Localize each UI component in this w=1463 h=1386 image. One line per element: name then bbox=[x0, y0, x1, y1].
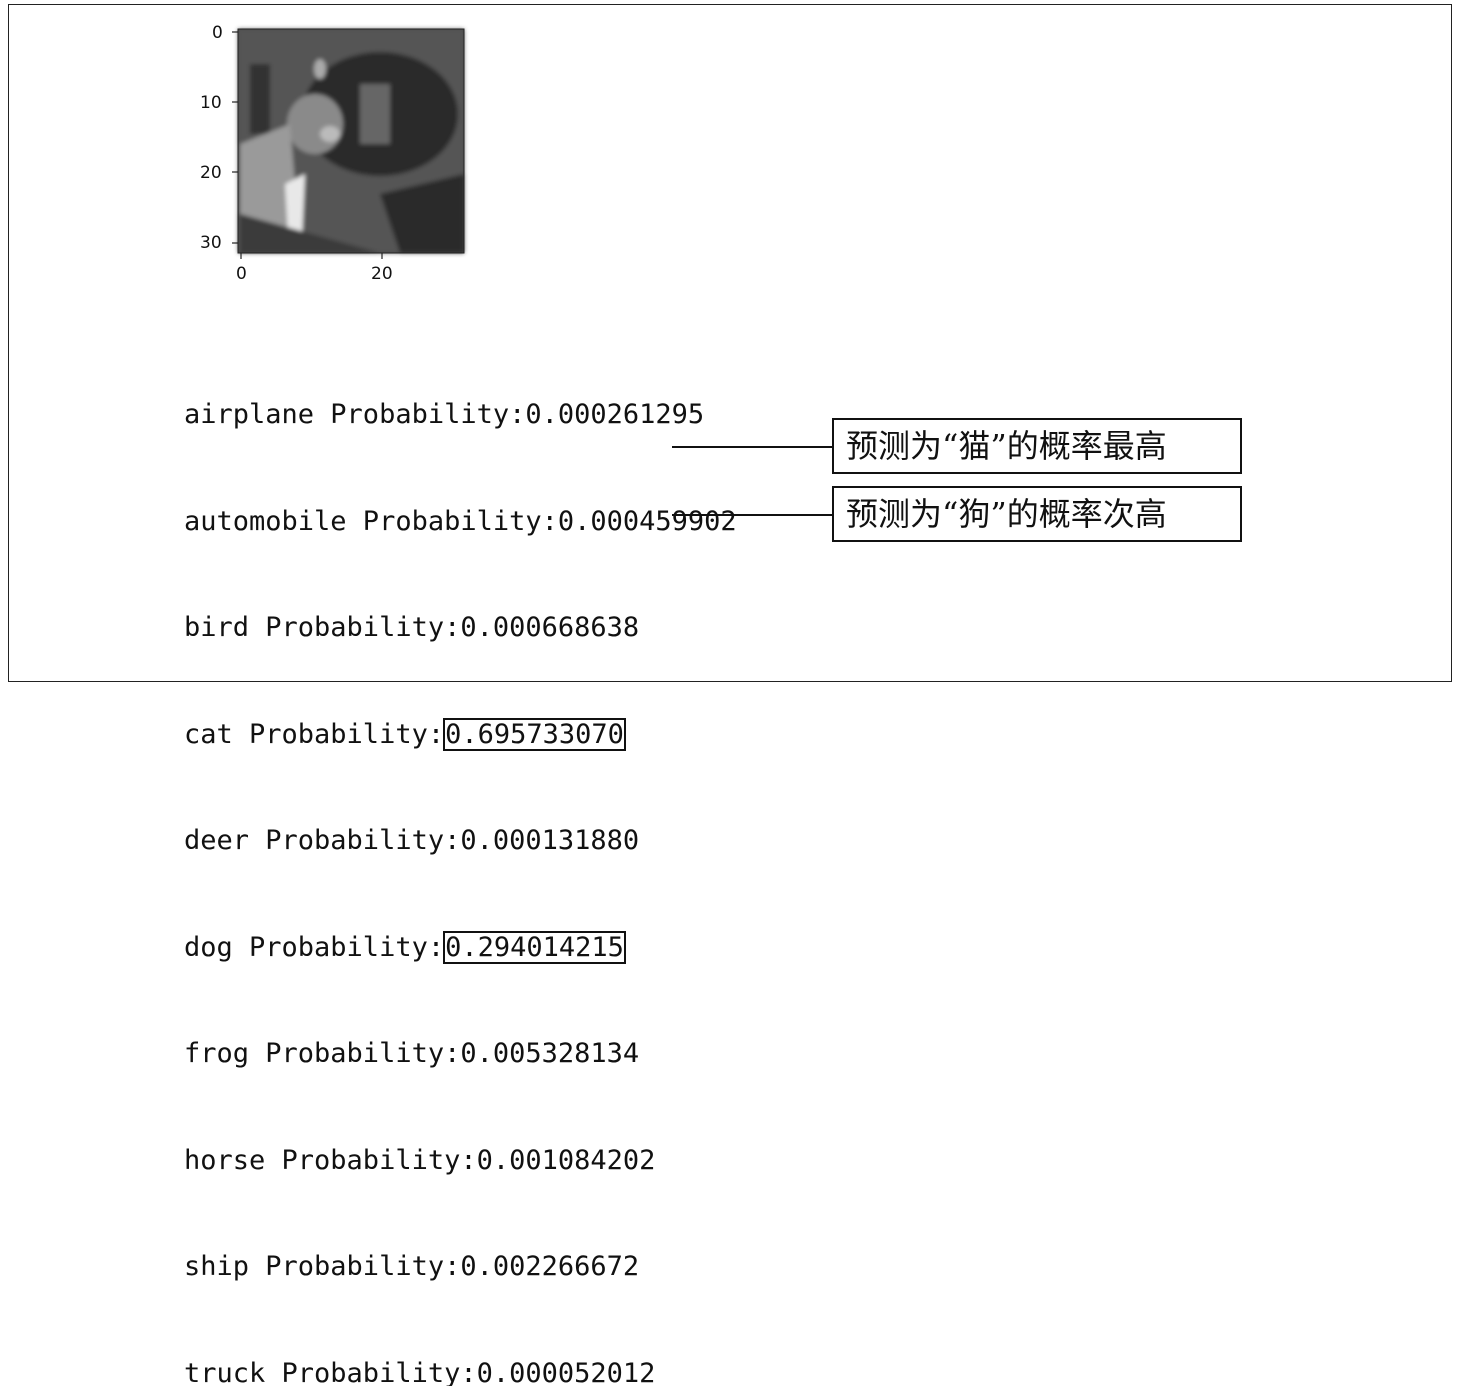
prediction-row-bird: bird Probability:0.000668638 bbox=[184, 610, 737, 646]
probability-value: 0.001084202 bbox=[477, 1145, 656, 1176]
probability-value: 0.002266672 bbox=[460, 1251, 639, 1282]
class-label: truck Probability: bbox=[184, 1358, 477, 1386]
prediction-row-airplane: airplane Probability:0.000261295 bbox=[184, 397, 737, 433]
class-label: bird Probability: bbox=[184, 612, 460, 643]
prediction-row-horse: horse Probability:0.001084202 bbox=[184, 1143, 737, 1179]
image-plot: 0 10 20 30 0 20 bbox=[180, 24, 480, 294]
highlighted-probability-cat: 0.695733070 bbox=[444, 719, 625, 750]
prediction-output: airplane Probability:0.000261295 automob… bbox=[184, 326, 737, 1386]
y-tick-label: 30 bbox=[200, 233, 222, 253]
prediction-row-dog: dog Probability:0.294014215 bbox=[184, 930, 737, 966]
class-label: ship Probability: bbox=[184, 1251, 460, 1282]
x-tick-label: 20 bbox=[371, 264, 393, 284]
y-tick-label: 20 bbox=[200, 163, 222, 183]
prediction-row-ship: ship Probability:0.002266672 bbox=[184, 1249, 737, 1285]
probability-value: 0.005328134 bbox=[460, 1038, 639, 1069]
class-label: horse Probability: bbox=[184, 1145, 477, 1176]
probability-value: 0.000261295 bbox=[525, 399, 704, 430]
annotation-dog: 预测为“狗”的概率次高 bbox=[832, 486, 1242, 542]
prediction-row-deer: deer Probability:0.000131880 bbox=[184, 823, 737, 859]
class-label: deer Probability: bbox=[184, 825, 460, 856]
connector-line-dog bbox=[672, 514, 832, 516]
plot-svg bbox=[180, 24, 480, 294]
y-tick-label: 0 bbox=[212, 23, 223, 43]
prediction-row-frog: frog Probability:0.005328134 bbox=[184, 1036, 737, 1072]
y-tick-label: 10 bbox=[200, 93, 222, 113]
connector-line-cat bbox=[672, 446, 832, 448]
probability-value: 0.000131880 bbox=[460, 825, 639, 856]
prediction-row-truck: truck Probability:0.000052012 bbox=[184, 1356, 737, 1386]
x-tick-label: 0 bbox=[236, 264, 247, 284]
highlighted-probability-dog: 0.294014215 bbox=[444, 932, 625, 963]
probability-value: 0.000668638 bbox=[460, 612, 639, 643]
class-label: frog Probability: bbox=[184, 1038, 460, 1069]
probability-value: 0.000052012 bbox=[477, 1358, 656, 1386]
class-label: dog Probability: bbox=[184, 932, 444, 963]
prediction-row-cat: cat Probability:0.695733070 bbox=[184, 717, 737, 753]
class-label: airplane Probability: bbox=[184, 399, 525, 430]
probability-value: 0.000459902 bbox=[558, 506, 737, 537]
annotation-cat: 预测为“猫”的概率最高 bbox=[832, 418, 1242, 474]
class-label: cat Probability: bbox=[184, 719, 444, 750]
cat-image bbox=[238, 29, 464, 253]
class-label: automobile Probability: bbox=[184, 506, 558, 537]
prediction-row-automobile: automobile Probability:0.000459902 bbox=[184, 504, 737, 540]
